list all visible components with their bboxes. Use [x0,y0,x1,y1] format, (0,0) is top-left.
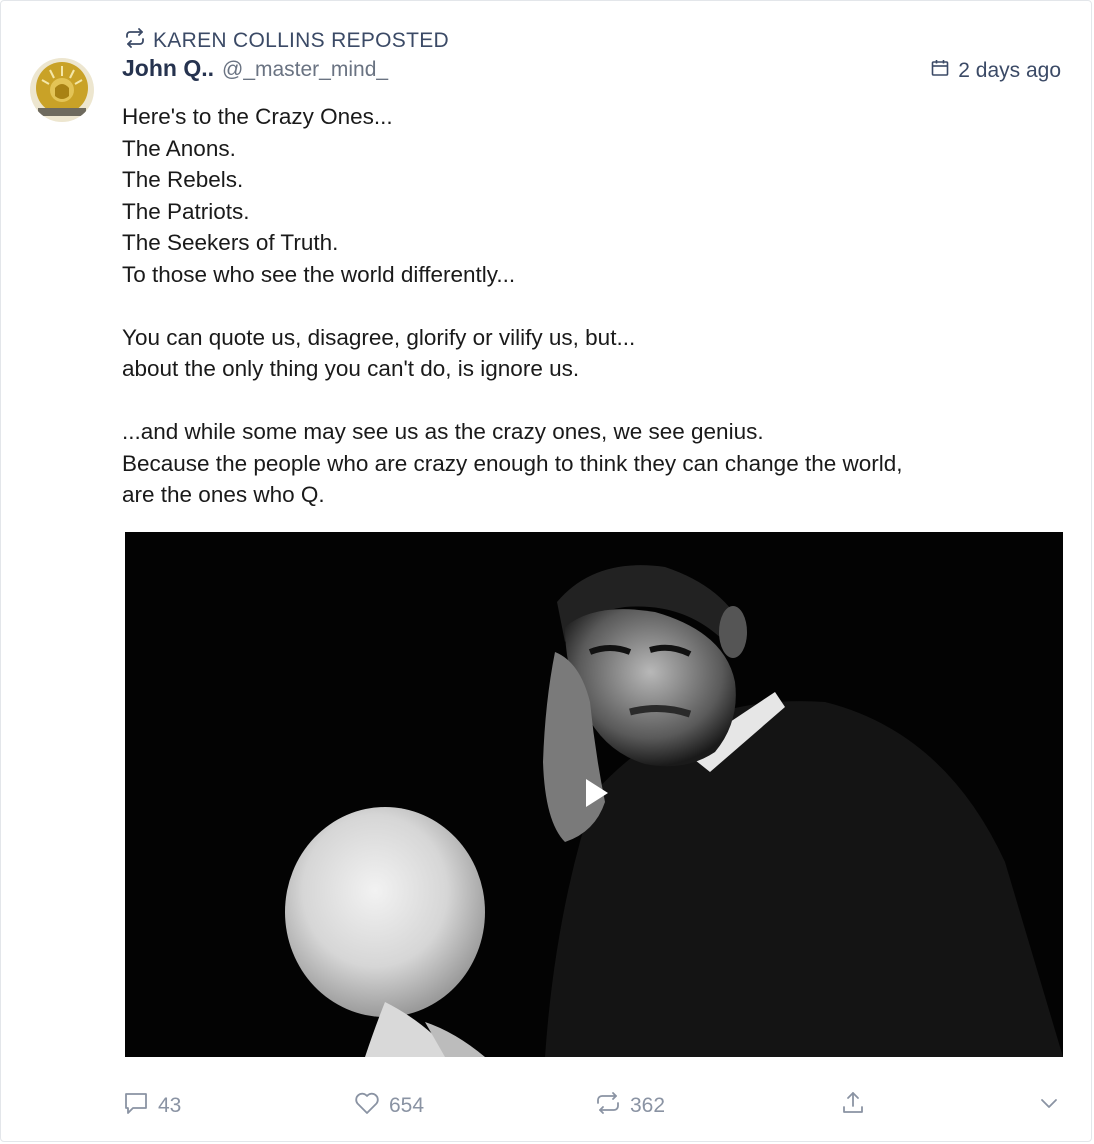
timestamp[interactable]: 2 days ago [930,58,1061,84]
post-body: Here's to the Crazy Ones... The Anons. T… [122,104,903,507]
comment-icon [122,1089,150,1123]
comment-button[interactable]: 43 [122,1089,181,1123]
repost-count: 362 [630,1094,666,1117]
video-player[interactable] [125,532,1063,1057]
repost-label: KAREN COLLINS REPOSTED [153,29,450,52]
repost-indicator[interactable]: KAREN COLLINS REPOSTED [123,26,449,56]
avatar[interactable] [30,58,94,122]
timestamp-label: 2 days ago [958,59,1061,82]
like-button[interactable]: 654 [353,1089,424,1123]
action-bar: 43 654 362 [1,1081,1093,1131]
like-count: 654 [389,1094,425,1117]
share-button[interactable] [839,1089,867,1123]
repost-icon [123,26,147,56]
calendar-icon [930,58,950,84]
comment-count: 43 [158,1094,182,1117]
author-line: John Q.. @_master_mind_ [122,55,388,82]
more-options-button[interactable] [1035,1089,1063,1123]
author-name[interactable]: John Q.. [122,55,214,82]
share-icon [839,1089,867,1123]
repost-action-icon [594,1089,622,1123]
repost-button[interactable]: 362 [594,1089,665,1123]
play-button[interactable] [569,770,619,820]
chevron-down-icon [1035,1089,1063,1123]
heart-icon [353,1089,381,1123]
play-icon [574,773,614,818]
author-handle[interactable]: @_master_mind_ [222,58,388,82]
post-card: KAREN COLLINS REPOSTED John Q.. @_master… [0,0,1092,1142]
